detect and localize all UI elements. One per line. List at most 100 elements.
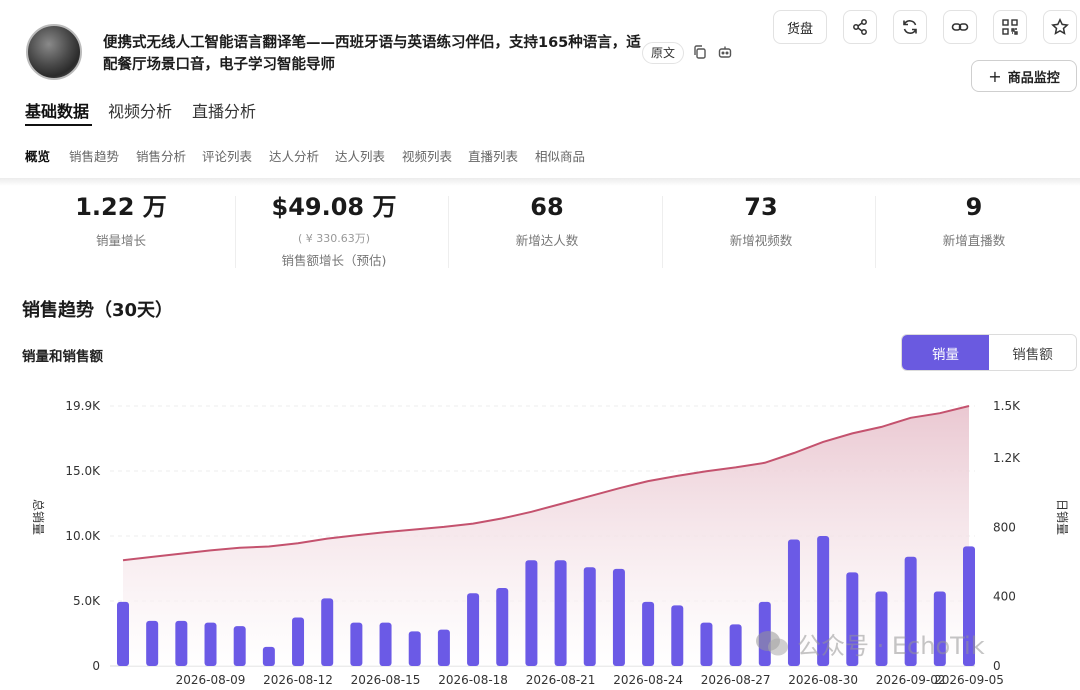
y-right-tick-label: 400 — [993, 590, 1016, 604]
plus-icon: + — [988, 66, 1002, 86]
y-left-tick-label: 19.9K — [65, 399, 101, 413]
daily-sales-bar — [379, 622, 392, 666]
y-right-tick-label: 800 — [993, 520, 1016, 534]
y-left-tick-label: 0 — [92, 659, 100, 673]
x-tick-label: 2026-08-24 — [613, 673, 683, 687]
y-left-tick-label: 10.0K — [65, 529, 101, 543]
stat-label: 销量增长 — [95, 233, 146, 248]
stat-revenue-growth: $49.08 万 ( ¥ 330.63万) 销售额增长（预估) — [227, 190, 441, 269]
qrcode-icon — [1002, 19, 1018, 35]
subtab-sales-trend[interactable]: 销售趋势 — [69, 146, 119, 165]
header-divider — [0, 178, 1080, 186]
stat-new-creators: 68 新增达人数 — [440, 190, 654, 249]
refresh-button[interactable] — [893, 10, 927, 44]
x-tick-label: 2026-08-30 — [788, 673, 858, 687]
daily-sales-bar — [554, 560, 567, 666]
y-right-axis-title: 日销量 — [1055, 499, 1069, 535]
daily-sales-bar — [292, 617, 305, 666]
daily-sales-bar — [612, 568, 625, 666]
x-tick-label: 2026-08-21 — [526, 673, 596, 687]
daily-sales-bar — [467, 593, 480, 666]
daily-sales-bar — [146, 620, 159, 666]
y-right-tick-label: 1.5K — [993, 399, 1021, 413]
huopan-label: 货盘 — [786, 21, 813, 37]
chart-title: 销量和销售额 — [22, 349, 103, 365]
share-button[interactable] — [843, 10, 877, 44]
stat-new-lives: 9 新增直播数 — [867, 190, 1080, 249]
subtab-creator-analysis[interactable]: 达人分析 — [269, 146, 319, 165]
y-left-tick-label: 5.0K — [73, 594, 101, 608]
stat-value: $49.08 万 — [271, 193, 397, 221]
favorite-button[interactable] — [1043, 10, 1077, 44]
huopan-button[interactable]: 货盘 — [773, 10, 827, 44]
y-left-tick-label: 15.0K — [65, 464, 101, 478]
stat-sales-growth: 1.22 万 销量增长 — [14, 190, 228, 249]
robot-icon[interactable] — [717, 44, 733, 60]
daily-sales-bar — [350, 622, 363, 666]
active-tab-indicator — [25, 124, 92, 126]
subtab-overview[interactable]: 概览 — [25, 146, 50, 165]
stat-value: 68 — [530, 193, 564, 221]
daily-sales-bar — [700, 622, 713, 666]
x-tick-label: 2026-08-15 — [351, 673, 421, 687]
daily-sales-bar — [583, 567, 596, 666]
monitor-label: 商品监控 — [1007, 70, 1060, 86]
subtab-live-list[interactable]: 直播列表 — [468, 146, 518, 165]
subtab-reviews[interactable]: 评论列表 — [202, 146, 252, 165]
x-tick-label: 2026-08-27 — [701, 673, 771, 687]
star-icon — [1051, 18, 1069, 35]
daily-sales-bar — [321, 598, 334, 666]
toggle-sales-volume[interactable]: 销量 — [902, 335, 989, 370]
daily-sales-bar — [642, 601, 655, 666]
daily-sales-bar — [729, 624, 742, 666]
y-right-tick-label: 0 — [993, 659, 1001, 673]
stat-value: 1.22 万 — [75, 193, 167, 221]
daily-sales-bar — [671, 605, 684, 666]
wechat-icon — [756, 630, 788, 655]
x-tick-label: 2026-08-18 — [438, 673, 508, 687]
qrcode-button[interactable] — [993, 10, 1027, 44]
link-button[interactable] — [943, 10, 977, 44]
product-monitor-button[interactable]: + 商品监控 — [971, 60, 1077, 92]
stat-label: 销售额增长（预估) — [281, 253, 387, 268]
x-tick-label: 2026-08-09 — [176, 673, 246, 687]
daily-sales-bar — [204, 622, 217, 666]
subtab-video-list[interactable]: 视频列表 — [402, 146, 452, 165]
watermark: 公众号 · EchoTik — [755, 626, 985, 661]
stat-new-videos: 73 新增视频数 — [654, 190, 868, 249]
product-title: 便携式无线人工智能语言翻译笔——西班牙语与英语练习伴侣，支持165种语言，适配餐… — [103, 35, 641, 73]
product-thumbnail — [26, 24, 82, 80]
metric-toggle[interactable]: 销量 销售额 — [901, 334, 1077, 371]
daily-sales-bar — [175, 620, 188, 666]
x-tick-label: 2026-08-12 — [263, 673, 333, 687]
daily-sales-bar — [496, 588, 509, 666]
y-right-tick-label: 1.2K — [993, 451, 1021, 465]
x-tick-label: 2026-09-05 — [934, 673, 1004, 687]
tab-live-analysis[interactable]: 直播分析 — [192, 98, 256, 122]
refresh-icon — [903, 20, 917, 34]
daily-sales-bar — [117, 601, 129, 666]
daily-sales-bar — [262, 646, 275, 666]
daily-sales-bar — [525, 560, 538, 666]
stat-value: 73 — [744, 193, 778, 221]
toggle-sales-amount[interactable]: 销售额 — [989, 335, 1076, 370]
stat-sub-value: ( ¥ 330.63万) — [297, 232, 371, 245]
subtab-creator-list[interactable]: 达人列表 — [335, 146, 385, 165]
tab-video-analysis[interactable]: 视频分析 — [108, 98, 172, 122]
share-icon — [853, 19, 867, 35]
link-icon — [951, 23, 969, 31]
watermark-text: 公众号 · EchoTik — [797, 632, 985, 660]
daily-sales-bar — [233, 626, 246, 666]
daily-sales-bar — [437, 629, 450, 666]
section-title: 销售趋势（30天） — [22, 300, 174, 321]
stat-value: 9 — [965, 193, 983, 221]
subtab-sales-analysis[interactable]: 销售分析 — [136, 146, 186, 165]
y-left-axis-title: 总销量 — [31, 499, 45, 535]
daily-sales-bar — [408, 631, 421, 666]
original-text-button[interactable]: 原文 — [642, 42, 684, 64]
stat-label: 新增直播数 — [942, 233, 1006, 248]
tab-basic-data[interactable]: 基础数据 — [25, 98, 89, 122]
copy-icon[interactable] — [692, 44, 708, 60]
subtab-similar-products[interactable]: 相似商品 — [535, 146, 585, 165]
stat-label: 新增达人数 — [515, 233, 579, 248]
